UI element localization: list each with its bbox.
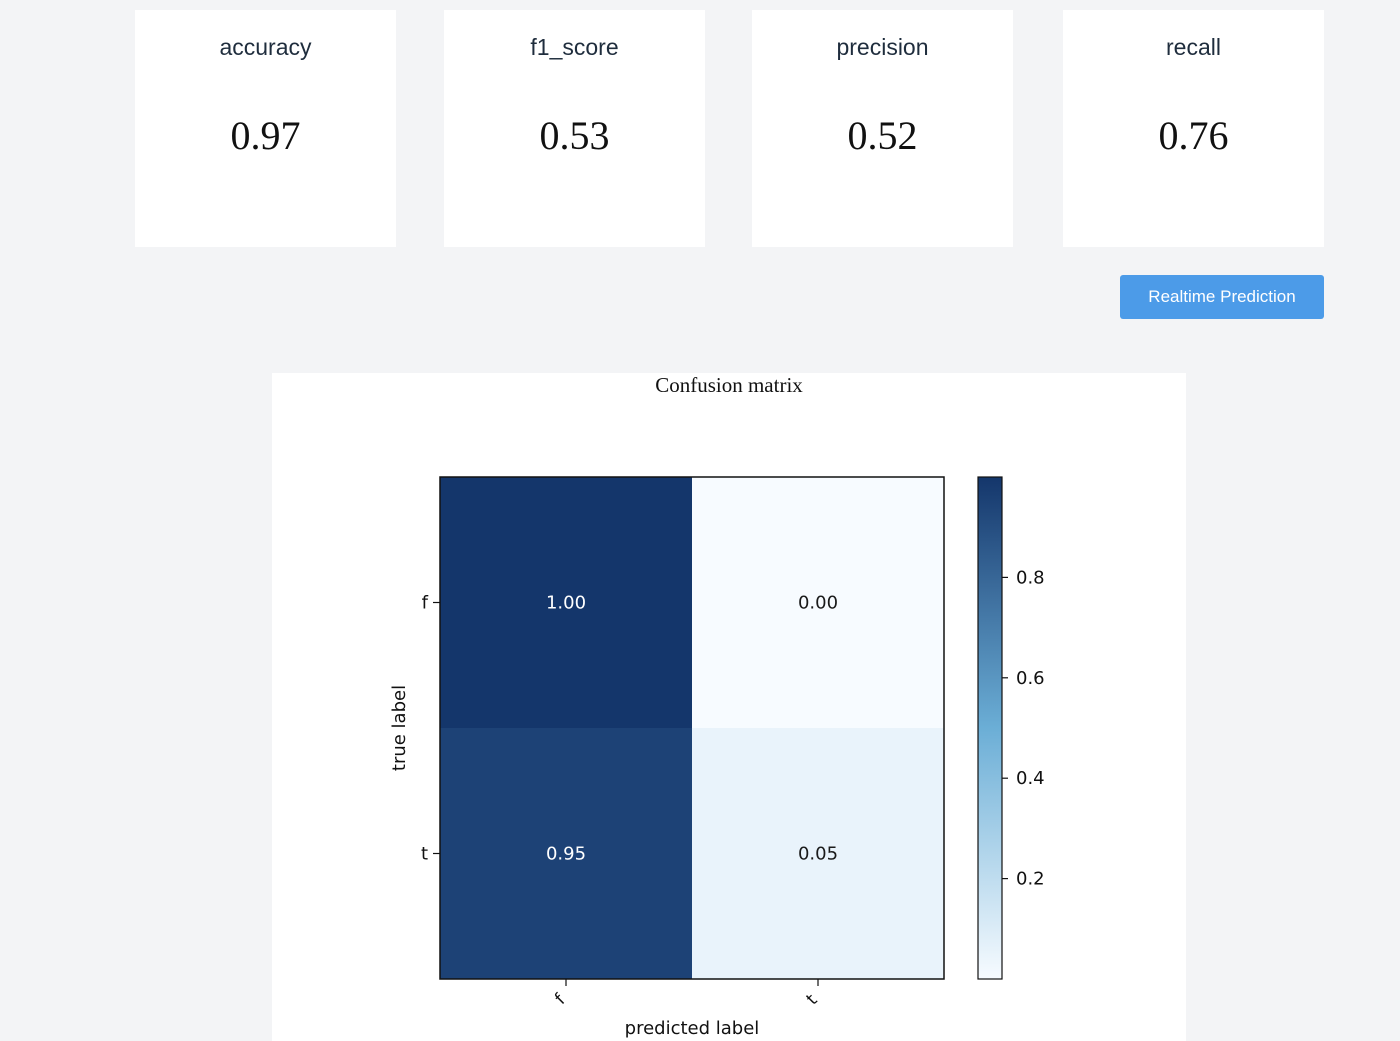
colorbar [977,476,1003,980]
metric-label: recall [1166,34,1221,60]
confusion-matrix-chart: 1.00 0.00 0.95 0.05 f t f t predicted label true … [389,476,1045,1039]
metric-card-f1-score: f1_score 0.53 [444,10,705,247]
cm-cell-label: 0.05 [798,844,838,865]
metric-card-precision: precision 0.52 [752,10,1013,247]
x-tick-label: f [551,990,570,1009]
metric-value: 0.52 [847,113,918,158]
y-axis-label: true label [389,685,410,771]
x-tick-label: t [803,990,822,1009]
y-tick-label: t [421,844,428,865]
colorbar-tick-label: 0.2 [1016,869,1045,890]
metric-label: accuracy [219,34,312,60]
metric-card-accuracy: accuracy 0.97 [135,10,396,247]
colorbar-tick-label: 0.4 [1016,768,1045,789]
realtime-prediction-button[interactable]: Realtime Prediction [1120,275,1324,319]
metric-value: 0.97 [230,113,301,158]
colorbar-tick-label: 0.6 [1016,668,1045,689]
colorbar-tick-label: 0.8 [1016,567,1045,588]
cm-cell-label: 0.95 [546,844,586,865]
y-tick-label: f [422,593,429,614]
metric-label: f1_score [530,34,619,60]
metric-label: precision [836,34,929,60]
metric-value: 0.76 [1158,113,1229,158]
metric-card-recall: recall 0.76 [1063,10,1324,247]
x-axis-label: predicted label [625,1018,760,1039]
confusion-matrix-panel: Confusion matrix 1.00 0.00 0.95 0.05 f t f t pre… [272,373,1186,1041]
cm-cell-label: 0.00 [798,593,838,614]
metric-value: 0.53 [539,113,610,158]
cm-cell-label: 1.00 [546,593,586,614]
